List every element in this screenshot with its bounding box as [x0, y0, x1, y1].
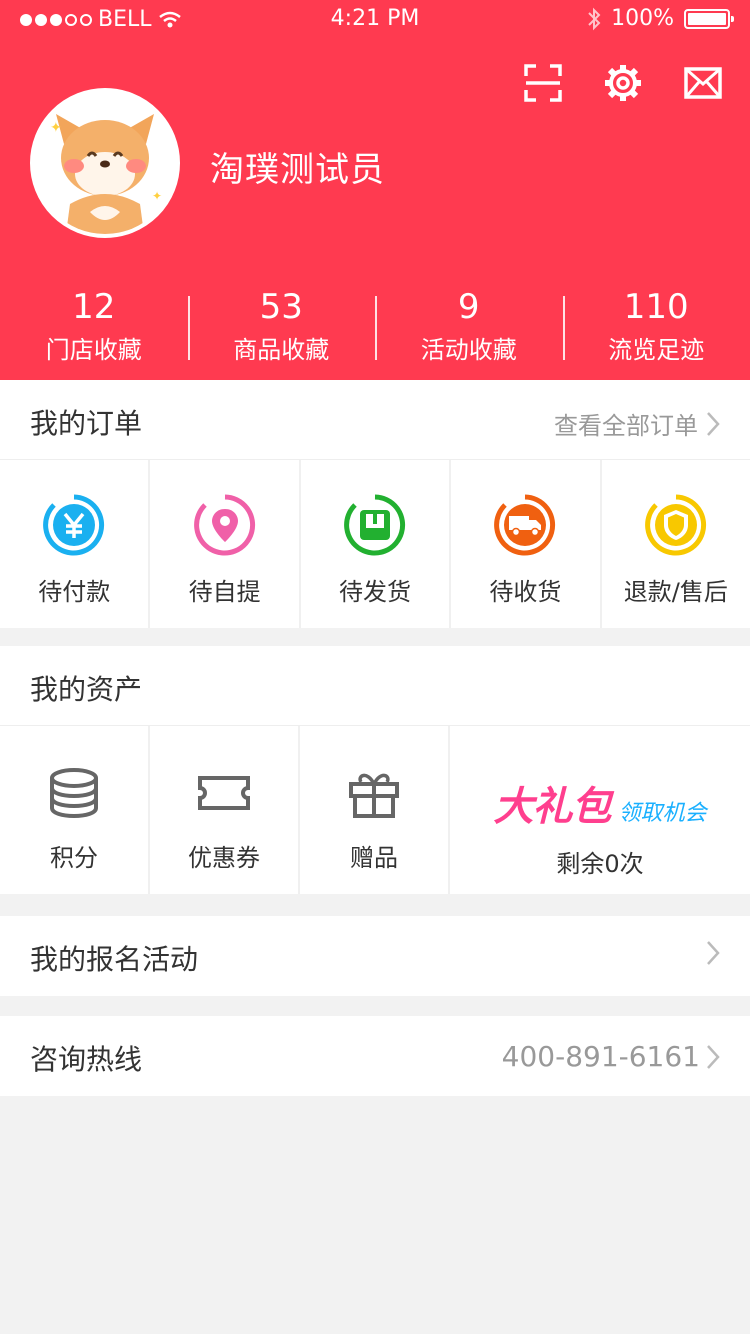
stat-store-favorites[interactable]: 12 门店收藏	[0, 288, 188, 368]
stat-value: 53	[259, 287, 303, 327]
section-title: 我的资产	[30, 673, 143, 706]
row-title: 咨询热线	[30, 1043, 143, 1076]
stat-value: 110	[623, 287, 689, 327]
chevron-right-icon	[707, 411, 720, 436]
asset-label: 积分	[50, 844, 98, 872]
stat-value: 12	[72, 287, 116, 327]
shield-icon	[644, 494, 706, 556]
asset-gifts[interactable]: 赠品	[300, 726, 450, 894]
stat-label: 活动收藏	[420, 336, 517, 364]
stat-browsing-history[interactable]: 110 流览足迹	[562, 287, 750, 368]
order-label: 待付款	[38, 578, 111, 606]
asset-label: 优惠券	[188, 844, 260, 872]
asset-points[interactable]: 积分	[0, 726, 150, 894]
order-label: 待收货	[489, 578, 562, 606]
view-all-orders-link[interactable]: 查看全部订单	[554, 406, 720, 441]
orders-header: 我的订单 查看全部订单	[0, 380, 750, 460]
stats-bar: 12 门店收藏 53 商品收藏 9 活动收藏 110 流览足迹	[0, 288, 750, 368]
mail-icon[interactable]	[684, 64, 722, 102]
profile-header: BELL 4:21 PM 100% ✦ ✦ 淘璞测试员 12 门店收藏 53 商…	[0, 0, 750, 380]
row-title: 我的报名活动	[30, 943, 199, 976]
hotline-number: 400-891-6161	[501, 1040, 700, 1073]
coins-icon	[50, 768, 98, 819]
order-pending-payment[interactable]: 待付款	[0, 460, 151, 628]
section-title: 我的订单	[30, 407, 143, 440]
truck-icon	[494, 494, 556, 556]
asset-coupons[interactable]: 优惠券	[150, 726, 300, 894]
order-label: 待发货	[339, 578, 412, 606]
view-all-label: 查看全部订单	[554, 412, 698, 440]
order-pending-receipt[interactable]: 待收货	[451, 460, 602, 628]
stat-product-favorites[interactable]: 53 商品收藏	[187, 287, 376, 368]
order-pending-shipment[interactable]: 待发货	[301, 460, 452, 628]
svg-text:✦: ✦	[50, 120, 62, 136]
coupon-icon	[198, 776, 250, 810]
package-icon	[344, 494, 406, 556]
bluetooth-icon	[588, 7, 601, 30]
order-label: 退款/售后	[623, 578, 728, 606]
username: 淘璞测试员	[210, 150, 385, 190]
order-refund-aftersale[interactable]: 退款/售后	[602, 460, 750, 628]
gift-pack-promo[interactable]: 大礼包 领取机会 剩余0次	[450, 726, 750, 894]
assets-section: 我的资产 积分 优惠券 赠品 大礼包 领取机会 剩余0次	[0, 646, 750, 894]
stat-label: 流览足迹	[608, 336, 705, 364]
yen-icon	[43, 494, 105, 556]
stat-label: 门店收藏	[45, 336, 142, 364]
hotline-row[interactable]: 咨询热线 400-891-6161	[0, 1016, 750, 1096]
scan-icon[interactable]	[524, 64, 562, 102]
orders-section: 我的订单 查看全部订单 待付款 待自提 待发货 待收货 退款/售后	[0, 380, 750, 628]
stat-label: 商品收藏	[233, 336, 330, 364]
assets-header: 我的资产	[0, 646, 750, 726]
order-pending-pickup[interactable]: 待自提	[150, 460, 301, 628]
battery-percent: 100%	[611, 6, 674, 31]
order-label: 待自提	[188, 578, 261, 606]
status-bar: BELL 4:21 PM 100%	[0, 0, 750, 40]
promo-big-text: 大礼包	[493, 784, 611, 830]
gift-icon	[349, 773, 399, 818]
avatar[interactable]: ✦ ✦	[30, 88, 180, 238]
promo-small-text: 领取机会	[618, 801, 707, 826]
chevron-right-icon	[707, 1044, 720, 1069]
asset-label: 赠品	[350, 844, 398, 872]
stat-activity-favorites[interactable]: 9 活动收藏	[375, 288, 563, 368]
location-pin-icon	[193, 494, 255, 556]
chevron-right-icon	[707, 941, 720, 965]
svg-text:✦: ✦	[152, 189, 162, 203]
gear-icon[interactable]	[604, 64, 642, 102]
battery-icon	[684, 8, 734, 29]
my-activities-row[interactable]: 我的报名活动	[0, 916, 750, 996]
promo-remaining: 剩余0次	[556, 850, 644, 878]
stat-value: 9	[457, 287, 480, 327]
